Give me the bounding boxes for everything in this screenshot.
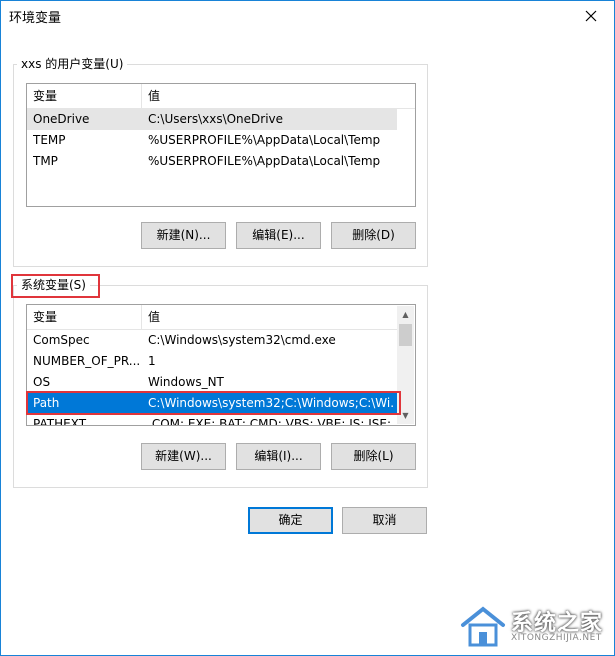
variable-name: TMP	[33, 154, 58, 168]
list-header: 变量 值	[27, 84, 415, 109]
variable-value: Windows_NT	[148, 375, 224, 389]
list-item[interactable]: OneDrive C:\Users\xxs\OneDrive	[27, 109, 397, 130]
list-item[interactable]: NUMBER_OF_PR... 1	[27, 351, 397, 372]
scroll-thumb[interactable]	[399, 324, 412, 346]
system-delete-button[interactable]: 删除(L)	[331, 443, 416, 470]
system-edit-button[interactable]: 编辑(I)...	[236, 443, 321, 470]
user-variables-label: xxs 的用户变量(U)	[17, 56, 128, 72]
variable-value: C:\Windows\system32\cmd.exe	[148, 333, 336, 347]
ok-button[interactable]: 确定	[248, 507, 333, 534]
window-title: 环境变量	[9, 11, 62, 26]
list-item[interactable]: OS Windows_NT	[27, 372, 397, 393]
variable-name: NUMBER_OF_PR...	[33, 354, 141, 368]
variable-value: %USERPROFILE%\AppData\Local\Temp	[148, 133, 381, 147]
variable-value: %USERPROFILE%\AppData\Local\Temp	[148, 154, 381, 168]
variable-value: 1	[148, 354, 156, 368]
house-logo-icon	[461, 606, 505, 647]
environment-variables-dialog: 环境变量 xxs 的用户变量(U) 变量 值 OneDrive C:\Users…	[0, 0, 615, 656]
column-header-variable[interactable]: 变量	[27, 305, 142, 329]
title-bar[interactable]: 环境变量	[1, 1, 614, 31]
user-variables-list[interactable]: 变量 值 OneDrive C:\Users\xxs\OneDrive TEMP…	[26, 83, 416, 207]
list-header: 变量 值	[27, 305, 397, 330]
highlight-box	[11, 274, 100, 298]
variable-value: C:\Users\xxs\OneDrive	[148, 112, 284, 126]
list-item[interactable]: PATHEXT .COM;.EXE;.BAT;.CMD;.VBS;.VBE;.J…	[27, 414, 397, 426]
user-new-button[interactable]: 新建(N)...	[141, 222, 226, 249]
watermark-subtext: XITONGZHIJIA.NET	[511, 633, 602, 643]
variable-name: OS	[33, 375, 51, 389]
cancel-button[interactable]: 取消	[342, 507, 427, 534]
scroll-up-icon[interactable]: ▲	[397, 306, 414, 323]
close-button[interactable]	[568, 1, 614, 31]
watermark-logo: 系统之家 XITONGZHIJIA.NET	[459, 601, 611, 651]
column-header-variable[interactable]: 变量	[27, 84, 142, 108]
list-item[interactable]: TEMP %USERPROFILE%\AppData\Local\Temp	[27, 130, 415, 151]
list-item[interactable]: ComSpec C:\Windows\system32\cmd.exe	[27, 330, 397, 351]
list-item[interactable]: TMP %USERPROFILE%\AppData\Local\Temp	[27, 151, 415, 172]
close-icon	[585, 10, 597, 22]
variable-value: .COM;.EXE;.BAT;.CMD;.VBS;.VBE;.JS;.JSE;.…	[148, 417, 393, 426]
user-edit-button[interactable]: 编辑(E)...	[236, 222, 321, 249]
system-new-button[interactable]: 新建(W)...	[141, 443, 226, 470]
column-header-value[interactable]: 值	[142, 84, 160, 108]
user-delete-button[interactable]: 删除(D)	[331, 222, 416, 249]
variable-name: TEMP	[33, 133, 66, 147]
variable-name: OneDrive	[33, 112, 90, 126]
highlight-box	[26, 391, 401, 415]
column-header-value[interactable]: 值	[142, 305, 160, 329]
variable-name: ComSpec	[33, 333, 90, 347]
variable-name: PATHEXT	[33, 417, 87, 426]
